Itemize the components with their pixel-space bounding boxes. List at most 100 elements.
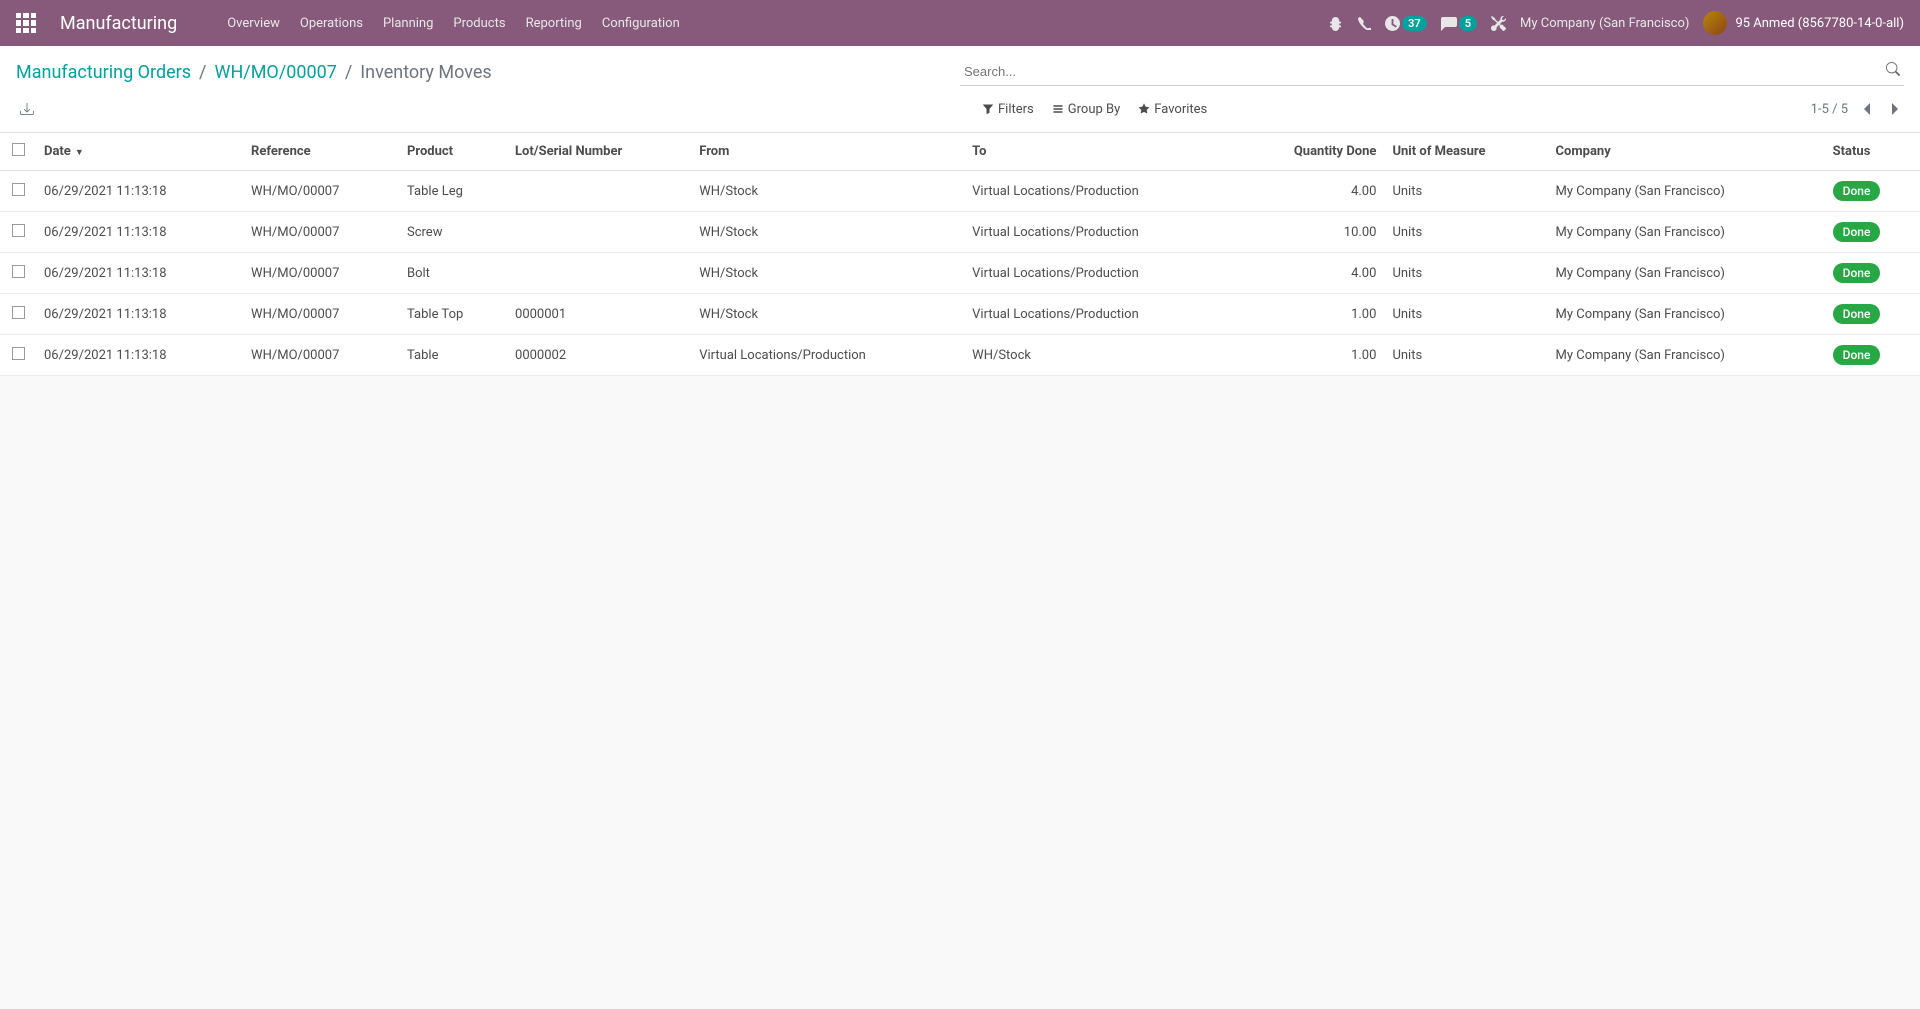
filters-button[interactable]: Filters — [982, 102, 1034, 117]
pager-text[interactable]: 1-5 / 5 — [1811, 102, 1848, 117]
cell-company: My Company (San Francisco) — [1548, 171, 1825, 212]
header-product[interactable]: Product — [399, 133, 507, 171]
cell-date: 06/29/2021 11:13:18 — [36, 335, 243, 376]
breadcrumb-link-order[interactable]: WH/MO/00007 — [214, 62, 336, 83]
status-badge: Done — [1833, 345, 1881, 365]
messages-icon[interactable]: 5 — [1441, 15, 1477, 31]
search-icon[interactable] — [1886, 62, 1900, 76]
cell-lot: 0000002 — [507, 335, 691, 376]
pager-next-icon[interactable] — [1886, 100, 1904, 118]
header-uom[interactable]: Unit of Measure — [1384, 133, 1547, 171]
cell-reference: WH/MO/00007 — [243, 212, 399, 253]
pager: 1-5 / 5 — [1811, 100, 1904, 118]
menu-reporting[interactable]: Reporting — [516, 0, 592, 46]
cell-date: 06/29/2021 11:13:18 — [36, 212, 243, 253]
pager-prev-icon[interactable] — [1858, 100, 1876, 118]
cell-status: Done — [1825, 294, 1920, 335]
cell-company: My Company (San Francisco) — [1548, 253, 1825, 294]
filters-label: Filters — [998, 102, 1034, 117]
control-panel: Manufacturing Orders / WH/MO/00007 / Inv… — [0, 46, 1920, 133]
cell-uom: Units — [1384, 294, 1547, 335]
header-qty[interactable]: Quantity Done — [1237, 133, 1384, 171]
menu-products[interactable]: Products — [443, 0, 515, 46]
cell-to: Virtual Locations/Production — [964, 212, 1237, 253]
cell-status: Done — [1825, 253, 1920, 294]
row-checkbox[interactable] — [12, 183, 25, 196]
cell-from: WH/Stock — [691, 171, 964, 212]
header-reference[interactable]: Reference — [243, 133, 399, 171]
menu-overview[interactable]: Overview — [217, 0, 290, 46]
phone-icon[interactable] — [1357, 16, 1371, 30]
cell-uom: Units — [1384, 171, 1547, 212]
breadcrumb-sep: / — [345, 62, 352, 83]
row-checkbox[interactable] — [12, 347, 25, 360]
cell-date: 06/29/2021 11:13:18 — [36, 253, 243, 294]
row-checkbox[interactable] — [12, 306, 25, 319]
breadcrumb-link-orders[interactable]: Manufacturing Orders — [16, 62, 191, 83]
cell-product: Table — [399, 335, 507, 376]
cell-to: Virtual Locations/Production — [964, 294, 1237, 335]
cell-from: WH/Stock — [691, 212, 964, 253]
breadcrumb-sep: / — [199, 62, 206, 83]
row-checkbox-cell — [0, 212, 36, 253]
cell-from: WH/Stock — [691, 253, 964, 294]
cell-product: Screw — [399, 212, 507, 253]
header-from[interactable]: From — [691, 133, 964, 171]
row-checkbox[interactable] — [12, 265, 25, 278]
header-company[interactable]: Company — [1548, 133, 1825, 171]
cell-from: WH/Stock — [691, 294, 964, 335]
cell-company: My Company (San Francisco) — [1548, 294, 1825, 335]
sort-caret-icon: ▼ — [75, 148, 84, 158]
row-checkbox-cell — [0, 171, 36, 212]
table-row[interactable]: 06/29/2021 11:13:18 WH/MO/00007 Table 00… — [0, 335, 1920, 376]
table-row[interactable]: 06/29/2021 11:13:18 WH/MO/00007 Screw WH… — [0, 212, 1920, 253]
cell-lot: 0000001 — [507, 294, 691, 335]
cell-to: Virtual Locations/Production — [964, 253, 1237, 294]
activities-badge: 37 — [1402, 16, 1427, 31]
status-badge: Done — [1833, 222, 1881, 242]
header-checkbox-cell — [0, 133, 36, 171]
menu-operations[interactable]: Operations — [290, 0, 373, 46]
company-selector[interactable]: My Company (San Francisco) — [1520, 16, 1689, 31]
navbar-right: 37 5 My Company (San Francisco) 95 Anmed… — [1328, 11, 1904, 35]
menu-configuration[interactable]: Configuration — [592, 0, 690, 46]
cell-qty: 4.00 — [1237, 253, 1384, 294]
row-checkbox[interactable] — [12, 224, 25, 237]
table-container: Date▼ Reference Product Lot/Serial Numbe… — [0, 133, 1920, 376]
tools-icon[interactable] — [1491, 16, 1506, 31]
cell-lot — [507, 171, 691, 212]
app-title[interactable]: Manufacturing — [60, 13, 177, 34]
status-badge: Done — [1833, 263, 1881, 283]
groupby-button[interactable]: Group By — [1052, 102, 1121, 117]
apps-menu-icon[interactable] — [16, 13, 36, 33]
activities-icon[interactable]: 37 — [1385, 16, 1427, 31]
table-row[interactable]: 06/29/2021 11:13:18 WH/MO/00007 Table To… — [0, 294, 1920, 335]
main-menu: Overview Operations Planning Products Re… — [217, 0, 690, 46]
cell-status: Done — [1825, 212, 1920, 253]
search-container — [960, 58, 1904, 86]
table-row[interactable]: 06/29/2021 11:13:18 WH/MO/00007 Table Le… — [0, 171, 1920, 212]
search-input[interactable] — [960, 58, 1904, 86]
groupby-label: Group By — [1068, 102, 1121, 117]
debug-icon[interactable] — [1328, 16, 1343, 31]
cell-status: Done — [1825, 171, 1920, 212]
inventory-moves-table: Date▼ Reference Product Lot/Serial Numbe… — [0, 133, 1920, 376]
user-menu[interactable]: 95 Anmed (8567780-14-0-all) — [1703, 11, 1904, 35]
cell-lot — [507, 253, 691, 294]
cell-qty: 1.00 — [1237, 294, 1384, 335]
header-to[interactable]: To — [964, 133, 1237, 171]
favorites-button[interactable]: Favorites — [1138, 102, 1207, 117]
row-checkbox-cell — [0, 253, 36, 294]
header-status[interactable]: Status — [1825, 133, 1920, 171]
breadcrumb-current: Inventory Moves — [360, 62, 491, 83]
export-button[interactable] — [16, 98, 38, 120]
cell-from: Virtual Locations/Production — [691, 335, 964, 376]
table-row[interactable]: 06/29/2021 11:13:18 WH/MO/00007 Bolt WH/… — [0, 253, 1920, 294]
header-date[interactable]: Date▼ — [36, 133, 243, 171]
menu-planning[interactable]: Planning — [373, 0, 443, 46]
cell-product: Table Leg — [399, 171, 507, 212]
header-lot[interactable]: Lot/Serial Number — [507, 133, 691, 171]
row-checkbox-cell — [0, 294, 36, 335]
status-badge: Done — [1833, 181, 1881, 201]
select-all-checkbox[interactable] — [12, 143, 25, 156]
